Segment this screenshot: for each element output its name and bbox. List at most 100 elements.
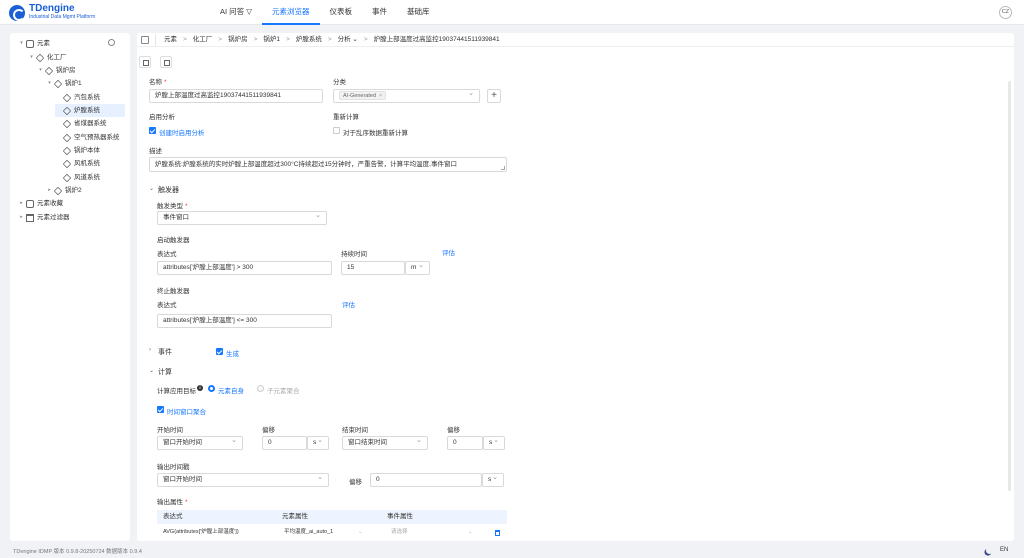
output-timestamp-select[interactable]: 窗口开始时间 <box>157 473 329 487</box>
nav-ai-qa[interactable]: AI 问答 ▽ <box>210 0 262 25</box>
nav-library[interactable]: 基础库 <box>397 0 440 25</box>
duration-unit-select[interactable]: m <box>405 261 430 275</box>
tree-node-fan-system[interactable]: 风机系统 <box>55 157 128 170</box>
generate-event-checkbox[interactable] <box>216 348 223 355</box>
breadcrumb-bar: 元素 > 化工厂 > 锅炉房 > 锅炉1 > 炉膛系统 > 分析 ⌄ > 炉膛上部温度过高监… <box>137 33 1014 47</box>
breadcrumb-separator: > <box>363 36 368 43</box>
tree-node-boiler-1[interactable]: ▾ 锅炉1 <box>46 77 128 90</box>
dark-mode-icon[interactable] <box>985 546 994 555</box>
nav-dashboard[interactable]: 仪表板 <box>320 0 363 25</box>
start-offset-input[interactable]: 0 <box>262 436 307 450</box>
end-offset-input[interactable]: 0 <box>447 436 483 450</box>
chevron-down-icon[interactable]: ⌄ <box>149 185 154 192</box>
tree-node-boiler-room[interactable]: ▾ 锅炉房 <box>37 64 128 77</box>
tree-node-root[interactable]: ▾ 元素 <box>18 37 128 50</box>
output-offset-unit-select[interactable]: s <box>482 473 504 487</box>
tree-node-chemical-plant[interactable]: ▾ 化工厂 <box>28 51 128 64</box>
hierarchy-icon <box>26 39 34 48</box>
description-textarea[interactable]: 炉膛系统:炉膛系统的实时炉膛上部温度超过300°C持续超过15分钟时，严重告警，… <box>149 157 507 172</box>
window-agg-checkbox[interactable] <box>157 406 164 413</box>
breadcrumb-analysis-dropdown[interactable]: 分析 ⌄ <box>338 33 358 47</box>
chevron-down-icon[interactable]: ▾ <box>28 51 35 64</box>
breadcrumb-furnace-system[interactable]: 炉膛系统 <box>296 33 322 47</box>
chevron-right-icon[interactable]: › <box>149 347 151 353</box>
output-offset-input[interactable]: 0 <box>370 473 482 487</box>
calc-target-label: 计算应用目标 <box>157 388 196 395</box>
start-expression-input[interactable]: attributes['炉膛上部温度'] > 300 <box>157 261 332 275</box>
logo[interactable]: TDengine Industrial Data Mgmt Platform <box>9 4 95 21</box>
name-input[interactable]: 炉膛上部温度过高监控19037441511939841 <box>149 89 323 103</box>
enable-on-create-checkbox[interactable] <box>149 127 156 134</box>
window-agg-label: 时间窗口聚合 <box>167 409 206 416</box>
language-toggle[interactable]: EN <box>1000 547 1008 553</box>
tree-node-boiler-body[interactable]: 锅炉本体 <box>55 144 128 157</box>
sidebar-toggle-icon[interactable] <box>141 36 149 44</box>
trash-icon[interactable] <box>495 530 500 536</box>
event-section-title[interactable]: 事件 <box>158 347 172 357</box>
chevron-down-icon[interactable]: ▾ <box>18 37 25 50</box>
evaluate-start-link[interactable]: 评估 <box>442 247 455 257</box>
breadcrumb-separator: > <box>183 36 187 43</box>
tree-node-favorites[interactable]: ▸ 元素收藏 <box>18 197 128 210</box>
end-offset-unit-select[interactable]: s <box>483 436 505 450</box>
start-trigger-label: 启动触发器 <box>157 237 190 244</box>
tree-node-boiler-2[interactable]: ▸ 锅炉2 <box>46 184 128 197</box>
tree-node-label: 汽包系统 <box>74 94 100 101</box>
evaluate-stop-link[interactable]: 评估 <box>342 299 355 309</box>
add-category-button[interactable]: + <box>487 89 501 103</box>
tree-node-label: 化工厂 <box>47 54 67 61</box>
start-time-select[interactable]: 窗口开始时间 <box>157 436 243 450</box>
user-avatar[interactable]: CZ <box>999 6 1012 19</box>
chevron-right-icon[interactable]: ▸ <box>18 211 25 224</box>
row-event-attr-select[interactable]: 请选择 <box>391 524 408 541</box>
calc-section-title[interactable]: 计算 <box>158 367 172 377</box>
tree-node-label: 元素收藏 <box>37 200 63 207</box>
breadcrumb-separator: > <box>253 36 258 43</box>
tree-node-label: 省煤器系统 <box>74 120 107 127</box>
copy-button[interactable] <box>160 56 172 68</box>
analysis-editor: 元素 > 化工厂 > 锅炉房 > 锅炉1 > 炉膛系统 > 分析 ⌄ > 炉膛上部温度过高监… <box>137 33 1014 541</box>
tree-node-air-preheater-system[interactable]: 空气预热器系统 <box>55 131 128 144</box>
cube-icon <box>53 79 63 88</box>
tree-node-economizer-system[interactable]: 省煤器系统 <box>55 117 128 130</box>
cube-icon <box>62 146 72 155</box>
chevron-down-icon[interactable]: ⌄ <box>149 367 154 374</box>
breadcrumb-elements[interactable]: 元素 <box>164 33 177 47</box>
row-expression[interactable]: AVG(attributes['炉膛上部温度']) <box>163 524 239 541</box>
category-select[interactable]: AI-Generated × <box>333 89 480 103</box>
nav-events[interactable]: 事件 <box>362 0 397 25</box>
calendar-button[interactable] <box>139 56 151 68</box>
breadcrumb-separator: > <box>286 36 290 43</box>
nav-element-browser[interactable]: 元素浏览器 <box>262 0 320 25</box>
target-self-radio[interactable] <box>208 385 215 392</box>
duration-input[interactable]: 15 <box>341 261 405 275</box>
chevron-right-icon[interactable]: ▸ <box>46 184 53 197</box>
recalc-out-of-order-checkbox[interactable] <box>333 127 340 134</box>
tree-node-label: 风道系统 <box>74 174 100 181</box>
target-self-label: 元素自身 <box>218 388 244 395</box>
end-time-select[interactable]: 窗口结束时间 <box>342 436 428 450</box>
chevron-right-icon[interactable]: ▸ <box>18 197 25 210</box>
stop-expression-input[interactable]: attributes['炉膛上部温度'] <= 300 <box>157 314 332 328</box>
filter-icon <box>26 213 34 222</box>
tree-node-drum-system[interactable]: 汽包系统 <box>55 91 128 104</box>
cube-icon <box>35 53 45 62</box>
breadcrumb-boiler-room[interactable]: 锅炉房 <box>228 33 248 47</box>
breadcrumb-separator: > <box>218 36 223 43</box>
target-children-radio[interactable] <box>257 385 264 392</box>
tree-node-duct-system[interactable]: 风道系统 <box>55 171 128 184</box>
breadcrumb-chemical-plant[interactable]: 化工厂 <box>193 33 213 47</box>
breadcrumb-boiler-1[interactable]: 锅炉1 <box>263 33 280 47</box>
category-label: 分类 <box>333 79 346 86</box>
row-element-attr-select[interactable]: 平均温度_ai_auto_1 <box>284 524 333 541</box>
tree-node-furnace-system[interactable]: 炉膛系统 <box>55 104 125 117</box>
chevron-down-icon[interactable]: ▾ <box>46 77 53 90</box>
trigger-section-title[interactable]: 触发器 <box>158 185 179 195</box>
tree-node-filters[interactable]: ▸ 元素过滤器 <box>18 211 128 224</box>
scrollbar[interactable] <box>1008 81 1011 491</box>
info-icon[interactable]: i <box>197 385 203 391</box>
start-offset-unit-select[interactable]: s <box>307 436 329 450</box>
trigger-type-select[interactable]: 事件窗口 <box>157 211 327 225</box>
chevron-down-icon[interactable]: ▾ <box>37 64 44 77</box>
start-time-label: 开始时间 <box>157 427 183 434</box>
